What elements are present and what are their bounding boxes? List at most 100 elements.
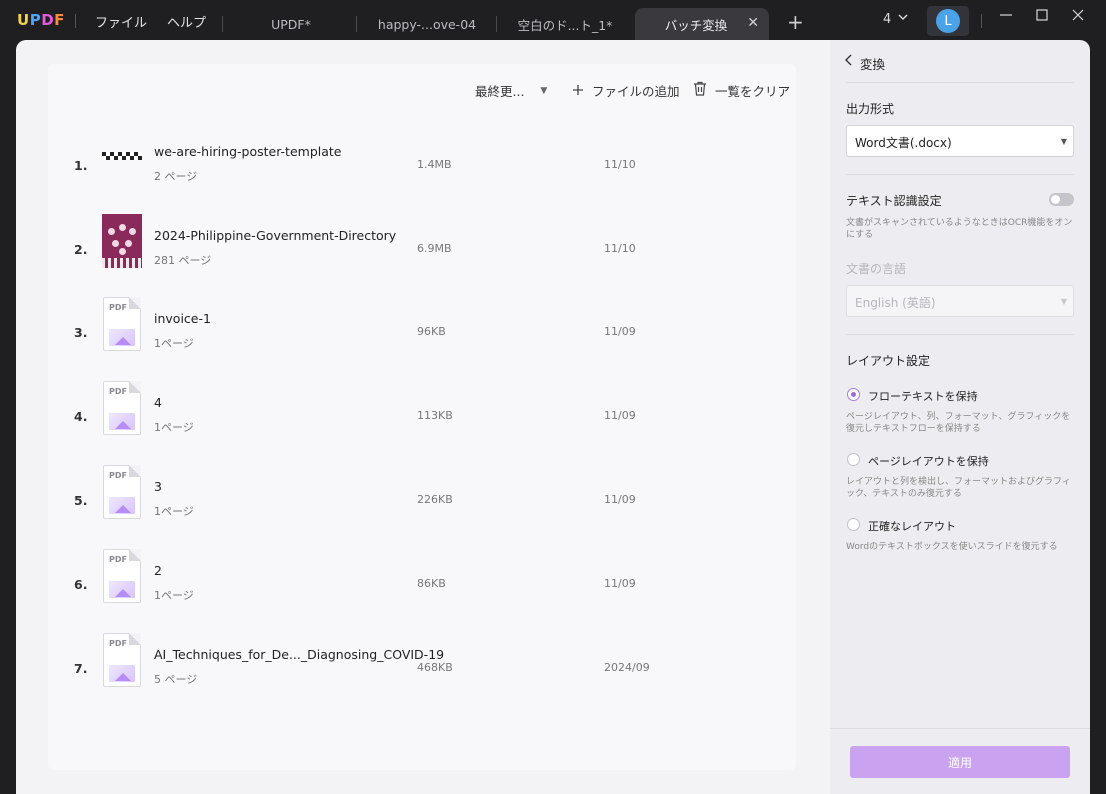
document-language-select[interactable]: English (英語) ▼	[846, 285, 1074, 317]
app-logo: UPDF	[17, 11, 65, 29]
file-row[interactable]: 1. we-are-hiring-poster-template 2 ページ 1…	[66, 130, 766, 214]
row-index: 4.	[74, 409, 88, 424]
clear-list-button[interactable]: 一覧をクリア	[693, 81, 790, 100]
panel-title: 変換	[860, 57, 886, 72]
menu-help[interactable]: ヘルプ	[167, 12, 206, 31]
file-name: 2024-Philippine-Government-Directory	[154, 228, 397, 243]
add-files-button[interactable]: ファイルの追加	[572, 81, 680, 100]
row-index: 5.	[74, 493, 88, 508]
tab-label: バッチ変換	[664, 17, 728, 33]
window-close-icon[interactable]	[1066, 8, 1090, 26]
document-language-label: 文書の言語	[846, 262, 907, 276]
file-row[interactable]: 4. PDF 4 1ページ 113KB 11/09	[66, 381, 766, 465]
radio-page-layout[interactable]	[847, 453, 860, 466]
radio-flow-text[interactable]	[847, 388, 860, 401]
clear-list-label: 一覧をクリア	[715, 84, 791, 99]
file-row[interactable]: 3. PDF invoice-1 1ページ 96KB 11/09	[66, 297, 766, 381]
caret-down-icon: ▼	[1060, 137, 1067, 146]
file-thumbnail	[102, 214, 142, 268]
file-date: 11/09	[604, 325, 636, 338]
document-language-value: English (英語)	[855, 296, 936, 310]
layout-settings-label: レイアウト設定	[846, 354, 931, 368]
tab-count[interactable]: 4	[883, 12, 891, 27]
divider	[222, 16, 223, 32]
file-date: 2024/09	[604, 661, 650, 674]
pdf-label: PDF	[109, 387, 127, 396]
new-tab-plus-icon[interactable]: +	[787, 10, 804, 34]
tab-blank-document[interactable]: 空白のド...ト_1*	[500, 8, 630, 40]
logo-letter: F	[54, 11, 65, 29]
tab-happy[interactable]: happy-...ove-04	[362, 8, 492, 40]
account-button[interactable]: L	[927, 6, 969, 36]
apply-button[interactable]: 適用	[850, 746, 1070, 778]
row-index: 6.	[74, 577, 88, 592]
file-date: 11/09	[604, 493, 636, 506]
menu-file[interactable]: ファイル	[95, 12, 147, 31]
divider	[846, 334, 1074, 335]
main-area: 最終更... ▼ ファイルの追加 一覧をクリア 1. we-are-hiring…	[16, 40, 830, 794]
file-date: 11/10	[604, 242, 636, 255]
file-name: 2	[154, 563, 162, 578]
pdf-label: PDF	[109, 555, 127, 564]
layout-option-description: ページレイアウト、列、フォーマット、グラフィックを復元しテキストフローを保持する	[846, 412, 1071, 434]
tab-batch-convert[interactable]: バッチ変換 ✕	[635, 8, 769, 40]
sort-label: 最終更...	[475, 84, 525, 99]
pdf-label: PDF	[109, 639, 127, 648]
page-count: 2 ページ	[154, 170, 198, 183]
page-count: 281 ページ	[154, 254, 212, 267]
logo-letter: U	[17, 11, 30, 29]
ocr-toggle[interactable]	[1049, 193, 1074, 206]
file-row[interactable]: 2. 2024-Philippine-Government-Directory …	[66, 214, 766, 298]
page-count: 1ページ	[154, 505, 194, 518]
file-name: we-are-hiring-poster-template	[154, 144, 342, 159]
file-date: 11/09	[604, 577, 636, 590]
layout-option-description: Wordのテキストボックスを使いスライドを復元する	[846, 542, 1058, 552]
page-count: 1ページ	[154, 589, 194, 602]
minimize-icon[interactable]	[994, 8, 1018, 26]
file-row[interactable]: 5. PDF 3 1ページ 226KB 11/09	[66, 465, 766, 549]
output-format-value: Word文書(.docx)	[855, 136, 952, 150]
tab-updf[interactable]: UPDF*	[232, 8, 350, 40]
logo-letter: P	[29, 11, 42, 29]
file-size: 6.9MB	[417, 242, 452, 255]
pdf-file-icon: PDF	[103, 381, 141, 435]
file-size: 468KB	[417, 661, 453, 674]
layout-option-label[interactable]: 正確なレイアウト	[868, 518, 956, 534]
divider	[981, 14, 982, 28]
pdf-file-icon: PDF	[103, 297, 141, 351]
close-icon[interactable]: ✕	[747, 15, 759, 31]
file-name: 4	[154, 395, 162, 410]
divider	[846, 82, 1074, 83]
pdf-file-icon: PDF	[103, 633, 141, 687]
file-row[interactable]: 7. PDF AI_Techniques_for_De..._Diagnosin…	[66, 633, 766, 717]
back-chevron-icon[interactable]	[844, 54, 854, 70]
file-row[interactable]: 6. PDF 2 1ページ 86KB 11/09	[66, 549, 766, 633]
caret-down-icon: ▼	[540, 85, 548, 96]
file-size: 1.4MB	[417, 158, 452, 171]
radio-exact-layout[interactable]	[847, 518, 860, 531]
output-format-select[interactable]: Word文書(.docx) ▼	[846, 125, 1074, 157]
ocr-description: 文書がスキャンされているようなときはOCR機能をオンにする	[846, 218, 1073, 240]
divider	[75, 14, 76, 28]
pdf-file-icon: PDF	[103, 549, 141, 603]
row-index: 7.	[74, 661, 88, 676]
tab-label: UPDF*	[271, 16, 311, 32]
maximize-icon[interactable]	[1030, 8, 1054, 26]
row-index: 3.	[74, 325, 88, 340]
page-count: 1ページ	[154, 337, 194, 350]
chevron-down-icon[interactable]	[897, 11, 909, 26]
row-index: 2.	[74, 242, 88, 257]
file-name: AI_Techniques_for_De..._Diagnosing_COVID…	[154, 647, 445, 662]
file-size: 113KB	[417, 409, 453, 422]
divider	[846, 174, 1074, 175]
sort-dropdown[interactable]: 最終更... ▼	[475, 81, 547, 100]
layout-option-label[interactable]: フローテキストを保持	[868, 388, 978, 404]
ocr-label: テキスト認識設定	[846, 194, 942, 208]
divider	[356, 16, 357, 32]
plus-icon	[572, 82, 584, 100]
layout-option-label[interactable]: ページレイアウトを保持	[868, 453, 989, 469]
caret-down-icon: ▼	[1060, 297, 1067, 306]
page-count: 1ページ	[154, 421, 194, 434]
tab-label: 空白のド...ト_1*	[517, 17, 613, 33]
title-bar: UPDF ファイル ヘルプ UPDF* happy-...ove-04 空白のド…	[0, 0, 1106, 42]
